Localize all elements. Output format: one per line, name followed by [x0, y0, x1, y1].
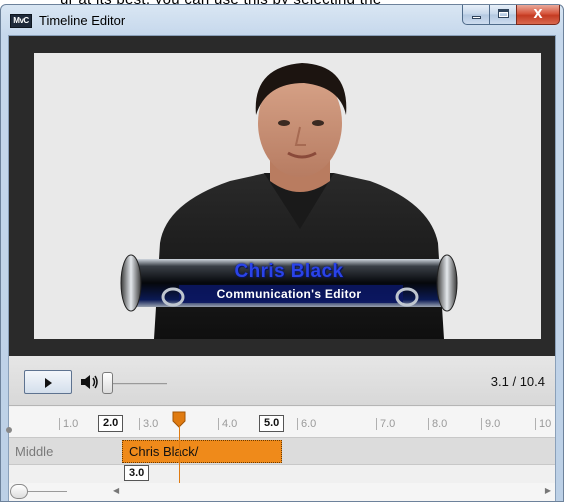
- window-title: Timeline Editor: [39, 13, 126, 28]
- range-start-label: 2.0: [98, 415, 124, 432]
- ruler-tick: 7.0: [376, 418, 395, 430]
- zoom-slider-track[interactable]: [25, 491, 67, 492]
- maximize-button[interactable]: [489, 5, 516, 25]
- range-end-label: 5.0: [259, 415, 285, 432]
- timeline-bottom-bar: ◀ ▶: [9, 483, 555, 501]
- scroll-right-arrow-icon[interactable]: ▶: [545, 486, 551, 495]
- ruler-tick: 6.0: [297, 418, 316, 430]
- minimize-icon: [472, 16, 481, 19]
- volume-slider-thumb[interactable]: [102, 372, 113, 394]
- ruler-tick: 8.0: [428, 418, 447, 430]
- scroll-left-arrow-icon[interactable]: ◀: [113, 486, 119, 495]
- close-icon: X: [533, 7, 543, 21]
- caption-buttons: X: [462, 5, 560, 25]
- ruler-start-marker: [6, 427, 12, 433]
- ruler-tick: 9.0: [481, 418, 500, 430]
- video-preview[interactable]: Chris Black Communication's Editor: [34, 53, 541, 339]
- ruler-tick: 3.0: [139, 418, 158, 430]
- video-preview-frame: Chris Black Communication's Editor: [9, 36, 555, 356]
- playhead-line: [179, 426, 180, 484]
- clip-label: Chris Black/: [129, 444, 199, 459]
- timeline-clip[interactable]: Chris Black/: [122, 440, 282, 463]
- volume-icon[interactable]: [79, 373, 99, 391]
- ruler-tick: 10: [535, 418, 551, 430]
- lower-third-name: Chris Black: [234, 261, 344, 282]
- app-icon: MvC: [10, 14, 32, 28]
- timeline-editor-window: MvC Timeline Editor X Chris Black Commun…: [0, 4, 564, 502]
- track-name: Middle: [15, 444, 54, 459]
- play-button[interactable]: [24, 370, 72, 394]
- title-bar[interactable]: MvC Timeline Editor X: [1, 5, 563, 35]
- lower-third-role: Communication's Editor: [216, 287, 362, 301]
- lower-third-bar: [120, 254, 458, 312]
- timeline-track: Middle Chris Black/: [9, 437, 555, 465]
- editor-client-area: Chris Black Communication's Editor 3.1 /…: [6, 35, 556, 501]
- timeline-ruler[interactable]: 1.0 3.0 4.0 6.0 7.0 8.0 9.0 10 2.0 5.0: [6, 407, 555, 437]
- close-button[interactable]: X: [516, 5, 560, 25]
- maximize-icon: [498, 9, 509, 18]
- play-icon: [45, 378, 52, 388]
- volume-slider-track[interactable]: [105, 383, 167, 385]
- lower-third-title: Chris Black Communication's Editor: [119, 249, 459, 319]
- clip-time-label: 3.0: [124, 465, 150, 481]
- ruler-tick: 4.0: [218, 418, 237, 430]
- transport-controls: 3.1 / 10.4: [9, 356, 555, 406]
- time-readout: 3.1 / 10.4: [490, 374, 545, 389]
- ruler-tick: 1.0: [59, 418, 78, 430]
- zoom-slider-thumb[interactable]: [10, 484, 28, 499]
- minimize-button[interactable]: [462, 5, 489, 25]
